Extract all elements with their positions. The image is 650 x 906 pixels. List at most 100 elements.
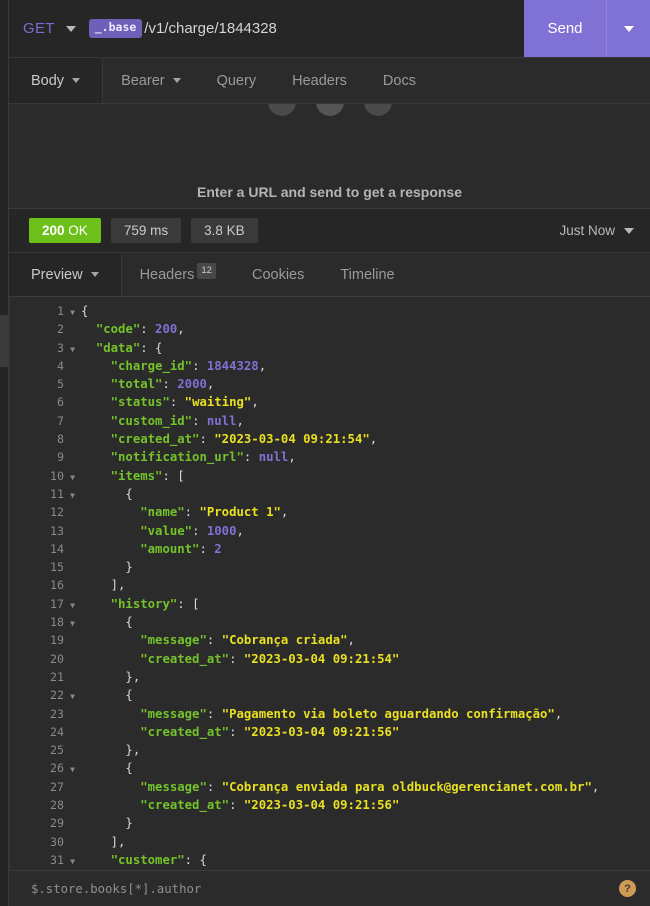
fold-toggle-icon[interactable]: ▼ — [64, 853, 81, 870]
line-number: 22 — [50, 688, 64, 703]
code-line: 8 "created_at": "2023-03-04 09:21:54", — [10, 430, 650, 448]
line-number: 25 — [50, 743, 64, 758]
sidebar-scrollbar-thumb[interactable] — [0, 315, 8, 367]
fold-toggle-icon[interactable]: ▼ — [64, 341, 81, 359]
json-code-block: 1 ▼{2 "code": 200, 3 ▼ "data": {4 "charge_i… — [10, 297, 650, 869]
tab-body[interactable]: Body — [9, 58, 104, 103]
code-line: 17 ▼ "history": [ — [10, 595, 650, 613]
line-number: 20 — [50, 651, 64, 666]
status-badge: 200 OK — [29, 217, 101, 244]
fold-toggle-icon[interactable]: ▼ — [64, 761, 81, 779]
code-line: 2 "code": 200, — [10, 320, 650, 338]
line-number: 15 — [50, 560, 64, 575]
fold-toggle-icon[interactable]: ▼ — [64, 487, 81, 505]
code-line: 14 "amount": 2 — [10, 540, 650, 558]
code-line: 20 "created_at": "2023-03-04 09:21:54" — [10, 650, 650, 668]
send-button[interactable]: Send — [524, 0, 606, 57]
code-text: "custom_id": null, — [110, 413, 244, 428]
code-line: 18 ▼ { — [10, 613, 650, 631]
code-line: 15 } — [10, 558, 650, 576]
line-number: 4 — [57, 358, 64, 373]
code-text: { — [125, 486, 133, 501]
url-input[interactable]: _.base /v1/charge/1844328 — [88, 0, 524, 57]
fold-toggle-icon[interactable]: ▼ — [64, 615, 81, 633]
fold-toggle-icon[interactable]: ▼ — [64, 688, 81, 706]
response-time-badge: 759 ms — [110, 217, 182, 244]
request-tabs: Body Bearer Query Headers Docs — [9, 58, 650, 104]
send-options-button[interactable] — [606, 0, 650, 57]
tab-cookies[interactable]: Cookies — [234, 253, 322, 296]
code-text: "message": "Cobrança criada", — [140, 633, 355, 648]
tab-query[interactable]: Query — [199, 58, 275, 103]
response-size-badge: 3.8 KB — [191, 217, 258, 244]
filter-input[interactable] — [31, 881, 619, 896]
code-text: "notification_url": null, — [110, 450, 296, 465]
code-line: 11 ▼ { — [10, 485, 650, 503]
code-text: "created_at": "2023-03-04 09:21:56" — [140, 724, 400, 739]
code-line: 23 "message": "Pagamento via boleto agua… — [10, 705, 650, 723]
tab-label: Docs — [382, 72, 416, 89]
code-text: "history": [ — [110, 596, 200, 611]
chevron-down-icon — [624, 227, 634, 234]
response-status-bar: 200 OK 759 ms 3.8 KB Just Now — [9, 209, 650, 253]
fold-toggle-icon[interactable]: ▼ — [64, 597, 81, 615]
tab-docs[interactable]: Docs — [365, 58, 434, 103]
line-number: 23 — [50, 706, 64, 721]
line-number: 6 — [57, 395, 64, 410]
tab-preview[interactable]: Preview — [9, 253, 122, 296]
code-text: } — [125, 560, 133, 575]
code-line: 24 "created_at": "2023-03-04 09:21:56" — [10, 723, 650, 741]
response-tabs: Preview Headers 12 Cookies Timeline — [9, 253, 650, 297]
loading-dots-graphic — [267, 104, 392, 116]
code-line: 3 ▼ "data": { — [10, 339, 650, 357]
dot-icon — [363, 104, 392, 116]
tab-headers[interactable]: Headers 12 — [122, 253, 234, 296]
code-line: 29 } — [10, 814, 650, 832]
tab-headers[interactable]: Headers — [274, 58, 365, 103]
line-number: 8 — [57, 432, 64, 447]
environment-variable-chip[interactable]: _.base — [88, 19, 143, 38]
code-text: }, — [125, 743, 141, 758]
code-line: 9 "notification_url": null, — [10, 448, 650, 466]
status-code: 200 — [42, 222, 65, 238]
line-number: 27 — [50, 779, 64, 794]
code-text: { — [81, 304, 89, 318]
fold-toggle-icon[interactable]: ▼ — [64, 469, 81, 487]
response-filter-bar: ? — [9, 870, 650, 906]
code-text: "charge_id": 1844328, — [110, 358, 267, 373]
help-icon[interactable]: ? — [619, 880, 636, 897]
chevron-down-icon — [90, 272, 99, 277]
line-number: 21 — [50, 669, 64, 684]
line-number: 17 — [50, 596, 64, 611]
line-number: 24 — [50, 724, 64, 739]
line-number: 7 — [57, 413, 64, 428]
line-number: 16 — [50, 578, 64, 593]
code-text: "message": "Cobrança enviada para oldbuc… — [140, 779, 600, 794]
code-line: 25 }, — [10, 741, 650, 759]
code-line: 10 ▼ "items": [ — [10, 467, 650, 485]
code-line: 12 "name": "Product 1", — [10, 503, 650, 521]
tab-timeline[interactable]: Timeline — [322, 253, 412, 296]
code-line: 30 ], — [10, 833, 650, 851]
code-line: 1 ▼{ — [10, 302, 650, 320]
http-method-selector[interactable]: GET — [9, 0, 89, 57]
line-number: 18 — [50, 615, 64, 630]
empty-state-message: Enter a URL and send to get a response — [196, 184, 463, 200]
status-text: OK — [68, 222, 88, 238]
fold-toggle-icon[interactable]: ▼ — [64, 304, 81, 322]
response-body-viewer[interactable]: 1 ▼{2 "code": 200, 3 ▼ "data": {4 "charge_i… — [9, 297, 650, 870]
code-text: "data": { — [95, 340, 163, 355]
code-text: { — [125, 688, 133, 703]
code-line: 21 }, — [10, 668, 650, 686]
main-panel: GET _.base /v1/charge/1844328 Send Body B… — [9, 0, 650, 906]
tab-bearer[interactable]: Bearer — [103, 58, 199, 103]
code-text: { — [125, 761, 133, 776]
response-history-selector[interactable]: Just Now — [559, 223, 634, 238]
tab-label: Query — [216, 72, 257, 89]
tab-label: Headers — [139, 266, 195, 283]
line-number: 5 — [57, 377, 64, 392]
code-line: 28 "created_at": "2023-03-04 09:21:56" — [10, 796, 650, 814]
line-number: 29 — [50, 816, 64, 831]
line-number: 26 — [50, 761, 64, 776]
send-button-label: Send — [547, 20, 583, 37]
